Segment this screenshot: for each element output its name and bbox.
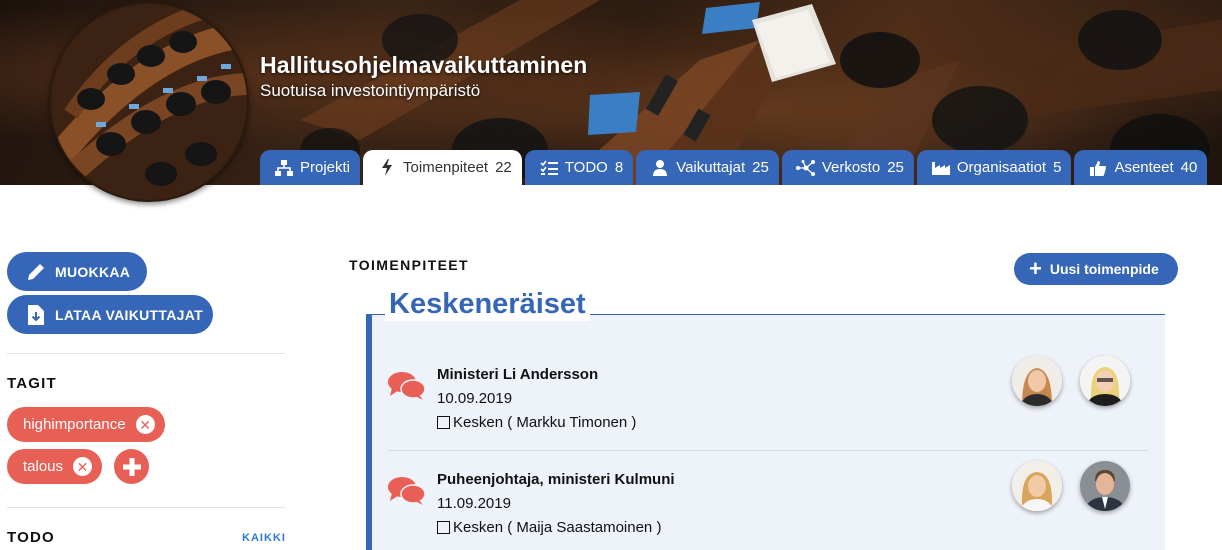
tab-projekti[interactable]: Projekti bbox=[260, 150, 361, 185]
todo-heading: TODO bbox=[7, 529, 55, 546]
tab-asenteet[interactable]: Asenteet 40 bbox=[1074, 150, 1208, 185]
tab-label: Organisaatiot bbox=[956, 159, 1047, 176]
tab-vaikuttajat[interactable]: Vaikuttajat 25 bbox=[636, 150, 779, 185]
sidebar-divider bbox=[7, 507, 285, 508]
tab-todo[interactable]: TODO 8 bbox=[524, 150, 634, 185]
list-item[interactable]: Puheenjohtaja, ministeri Kulmuni 11.09.2… bbox=[372, 452, 1165, 550]
remove-tag-icon[interactable]: ✕ bbox=[135, 415, 155, 434]
project-title: Hallitusohjelmavaikuttaminen bbox=[260, 52, 588, 78]
tag-chip[interactable]: highimportance ✕ bbox=[7, 407, 165, 442]
sidebar-divider bbox=[7, 353, 285, 354]
project-subtitle: Suotuisa investointiympäristö bbox=[260, 81, 481, 100]
load-influencers-button[interactable]: LATAA VAIKUTTAJAT bbox=[7, 295, 213, 334]
tab-count: 8 bbox=[614, 159, 624, 176]
tab-count: 22 bbox=[495, 159, 512, 176]
tab-label: Toimenpiteet bbox=[403, 159, 489, 176]
item-status-text: Kesken ( Markku Timonen ) bbox=[453, 414, 637, 431]
edit-button-label: MUOKKAA bbox=[55, 263, 131, 280]
tab-bar: Projekti Toimenpiteet 22 TODO 8 Vaikutta… bbox=[260, 150, 1210, 185]
group-title: Keskeneräiset bbox=[385, 288, 590, 321]
tab-label: Projekti bbox=[300, 159, 351, 176]
tag-label: talous bbox=[23, 458, 64, 475]
tags-heading: TAGIT bbox=[7, 375, 57, 392]
status-checkbox[interactable] bbox=[437, 521, 450, 534]
add-tag-button[interactable] bbox=[114, 449, 149, 484]
show-all-link[interactable]: KAIKKI bbox=[242, 532, 286, 544]
project-avatar bbox=[49, 2, 249, 202]
tag-chip[interactable]: talous ✕ bbox=[7, 449, 103, 484]
item-status-text: Kesken ( Maija Saastamoinen ) bbox=[453, 519, 662, 536]
section-title: TOIMENPITEET bbox=[349, 257, 469, 273]
new-action-button[interactable]: + Uusi toimenpide bbox=[1014, 253, 1178, 285]
comments-icon bbox=[388, 476, 426, 511]
load-button-label: LATAA VAIKUTTAJAT bbox=[55, 306, 203, 323]
checklist-icon bbox=[539, 159, 559, 177]
avatar[interactable] bbox=[1012, 461, 1062, 511]
item-divider bbox=[388, 450, 1148, 451]
tab-label: Asenteet bbox=[1114, 159, 1174, 176]
tab-label: Verkosto bbox=[821, 159, 881, 176]
tab-count: 40 bbox=[1180, 159, 1198, 176]
tab-verkosto[interactable]: Verkosto 25 bbox=[781, 150, 914, 185]
item-title[interactable]: Ministeri Li Andersson bbox=[437, 366, 598, 383]
item-status: Kesken ( Maija Saastamoinen ) bbox=[437, 519, 661, 536]
plus-icon bbox=[122, 457, 141, 476]
file-download-icon bbox=[24, 304, 48, 326]
pencil-icon bbox=[24, 261, 48, 283]
plus-icon: + bbox=[1029, 256, 1042, 281]
list-item[interactable]: Ministeri Li Andersson 10.09.2019 Kesken… bbox=[372, 347, 1165, 451]
tab-label: TODO bbox=[564, 159, 608, 176]
sitemap-icon bbox=[274, 159, 294, 177]
factory-icon bbox=[931, 159, 951, 177]
item-status: Kesken ( Markku Timonen ) bbox=[437, 414, 636, 431]
item-date: 10.09.2019 bbox=[437, 390, 513, 407]
tag-label: highimportance bbox=[23, 416, 126, 433]
avatar[interactable] bbox=[1012, 356, 1062, 406]
tab-count: 25 bbox=[752, 159, 769, 176]
item-title[interactable]: Puheenjohtaja, ministeri Kulmuni bbox=[437, 471, 675, 488]
tab-count: 25 bbox=[887, 159, 904, 176]
new-action-label: Uusi toimenpide bbox=[1049, 261, 1159, 277]
bolt-icon bbox=[377, 159, 397, 177]
avatar[interactable] bbox=[1080, 461, 1130, 511]
comments-icon bbox=[388, 371, 426, 406]
tab-organisaatiot[interactable]: Organisaatiot 5 bbox=[916, 150, 1072, 185]
tab-count: 5 bbox=[1053, 159, 1062, 176]
tab-label: Vaikuttajat bbox=[676, 159, 746, 176]
item-date: 11.09.2019 bbox=[437, 495, 511, 512]
remove-tag-icon[interactable]: ✕ bbox=[73, 457, 93, 476]
avatar[interactable] bbox=[1080, 356, 1130, 406]
thumbs-up-icon bbox=[1088, 159, 1108, 177]
tab-toimenpiteet[interactable]: Toimenpiteet 22 bbox=[363, 150, 522, 185]
status-checkbox[interactable] bbox=[437, 416, 450, 429]
edit-button[interactable]: MUOKKAA bbox=[7, 252, 147, 291]
user-icon bbox=[650, 159, 670, 177]
network-icon bbox=[795, 159, 816, 177]
